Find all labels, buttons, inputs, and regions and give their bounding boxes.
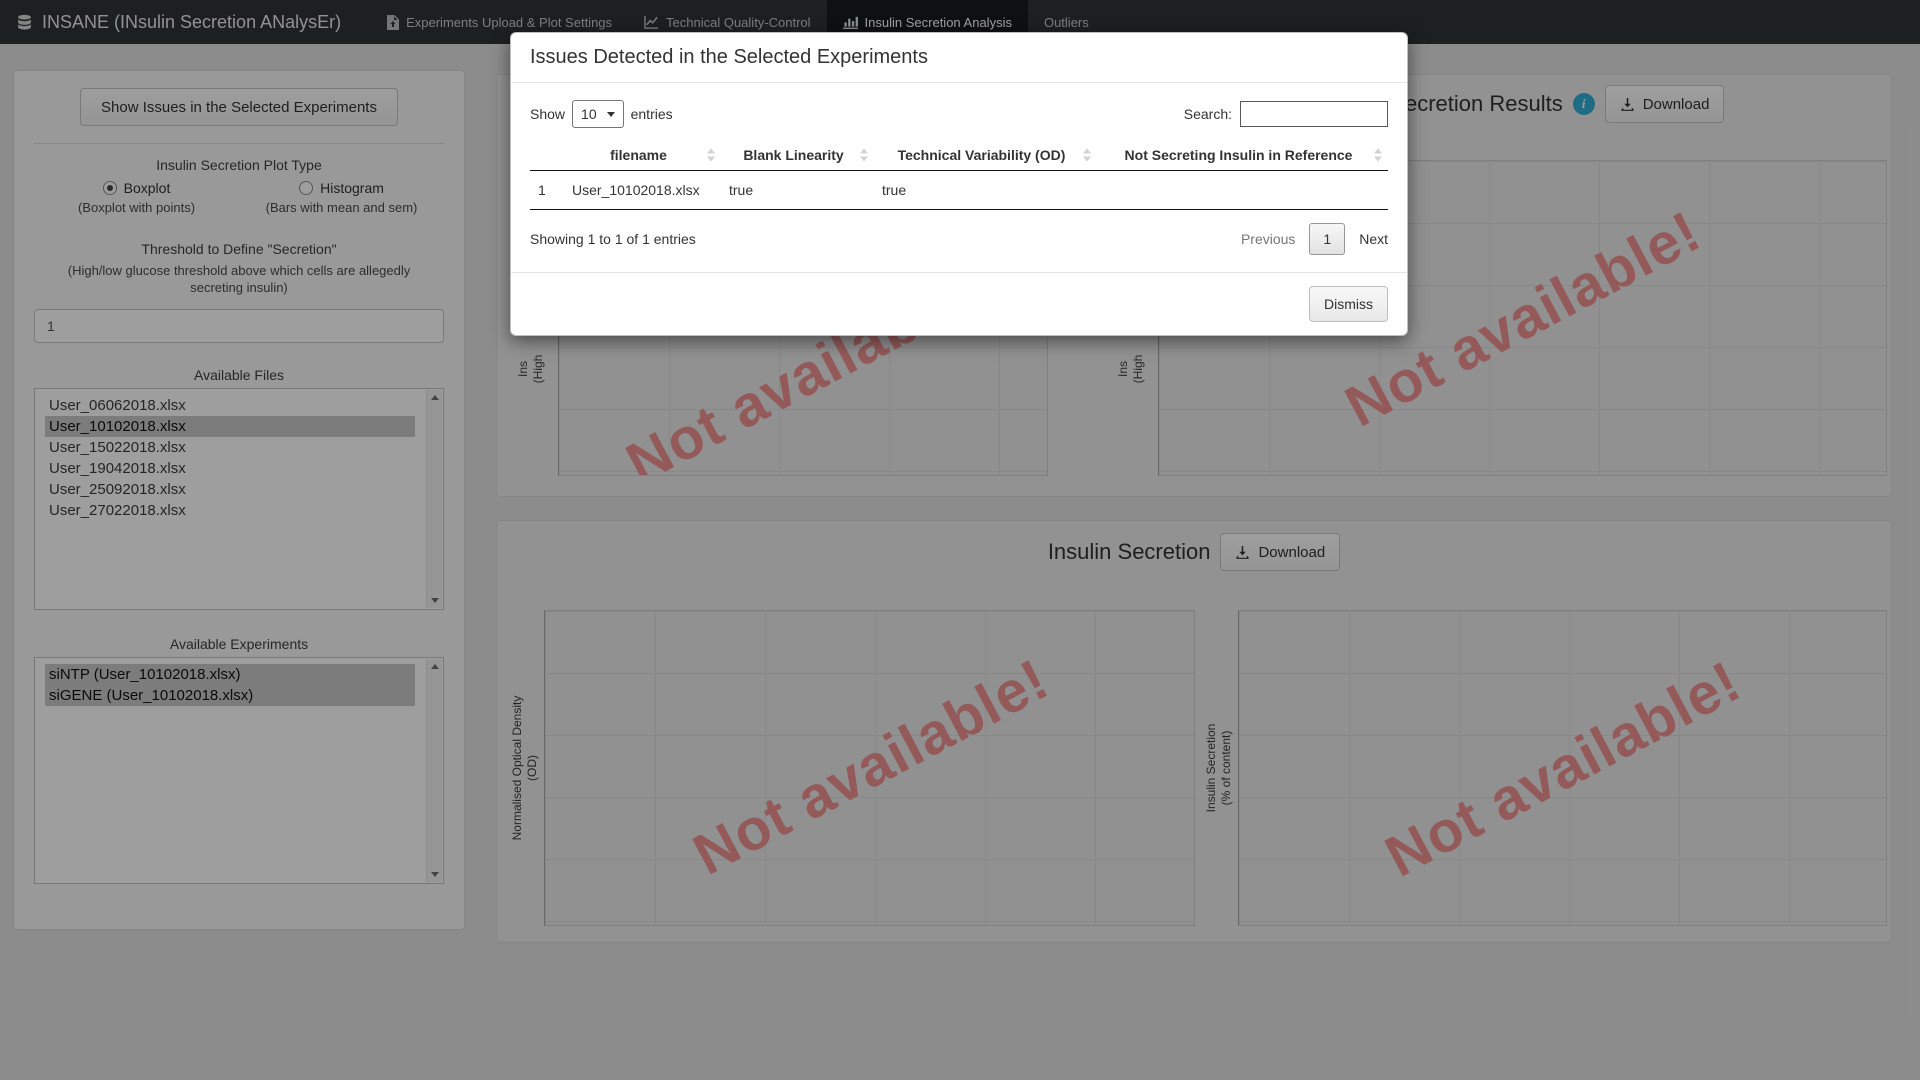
issues-modal: Issues Detected in the Selected Experime…: [510, 32, 1408, 336]
modal-title: Issues Detected in the Selected Experime…: [530, 46, 1388, 69]
dismiss-button[interactable]: Dismiss: [1309, 286, 1388, 322]
sort-icon: [1374, 149, 1383, 162]
cell-technical-variability: true: [874, 171, 1097, 210]
pagination-page-1[interactable]: 1: [1309, 223, 1345, 255]
column-header-label: Not Secreting Insulin in Reference: [1125, 147, 1353, 163]
entries-label: entries: [631, 106, 673, 122]
modal-body: Show 10 entries Search: filename: [511, 83, 1407, 272]
table-row[interactable]: 1 User_10102018.xlsx true true: [530, 171, 1388, 210]
search-input[interactable]: [1240, 101, 1388, 127]
column-header-blank-linearity[interactable]: Blank Linearity: [721, 140, 874, 171]
chevron-down-icon: [607, 112, 615, 117]
pagination-previous[interactable]: Previous: [1241, 231, 1295, 247]
column-header-label: Technical Variability (OD): [898, 147, 1066, 163]
modal-header: Issues Detected in the Selected Experime…: [511, 33, 1407, 83]
cell-not-secreting: [1097, 171, 1388, 210]
pagination-next[interactable]: Next: [1359, 231, 1388, 247]
pagination: Previous 1 Next: [1241, 223, 1388, 255]
page-length-value: 10: [581, 106, 597, 122]
issues-table: filename Blank Linearity Technical Varia…: [530, 140, 1388, 210]
sort-icon: [707, 149, 716, 162]
table-search: Search:: [1184, 101, 1388, 127]
cell-blank-linearity: true: [721, 171, 874, 210]
column-header-index: [530, 140, 564, 171]
table-header-row: filename Blank Linearity Technical Varia…: [530, 140, 1388, 171]
cell-index: 1: [530, 171, 564, 210]
column-header-not-secreting[interactable]: Not Secreting Insulin in Reference: [1097, 140, 1388, 171]
page-length-select[interactable]: 10: [572, 100, 624, 128]
cell-filename: User_10102018.xlsx: [564, 171, 721, 210]
page-length-control: Show 10 entries: [530, 100, 673, 128]
search-label: Search:: [1184, 106, 1232, 122]
table-info: Showing 1 to 1 of 1 entries: [530, 231, 696, 247]
show-label: Show: [530, 106, 565, 122]
sort-icon: [860, 149, 869, 162]
column-header-filename[interactable]: filename: [564, 140, 721, 171]
column-header-label: filename: [610, 147, 667, 163]
sort-icon: [1083, 149, 1092, 162]
column-header-technical-variability[interactable]: Technical Variability (OD): [874, 140, 1097, 171]
modal-footer: Dismiss: [511, 272, 1407, 335]
column-header-label: Blank Linearity: [743, 147, 843, 163]
